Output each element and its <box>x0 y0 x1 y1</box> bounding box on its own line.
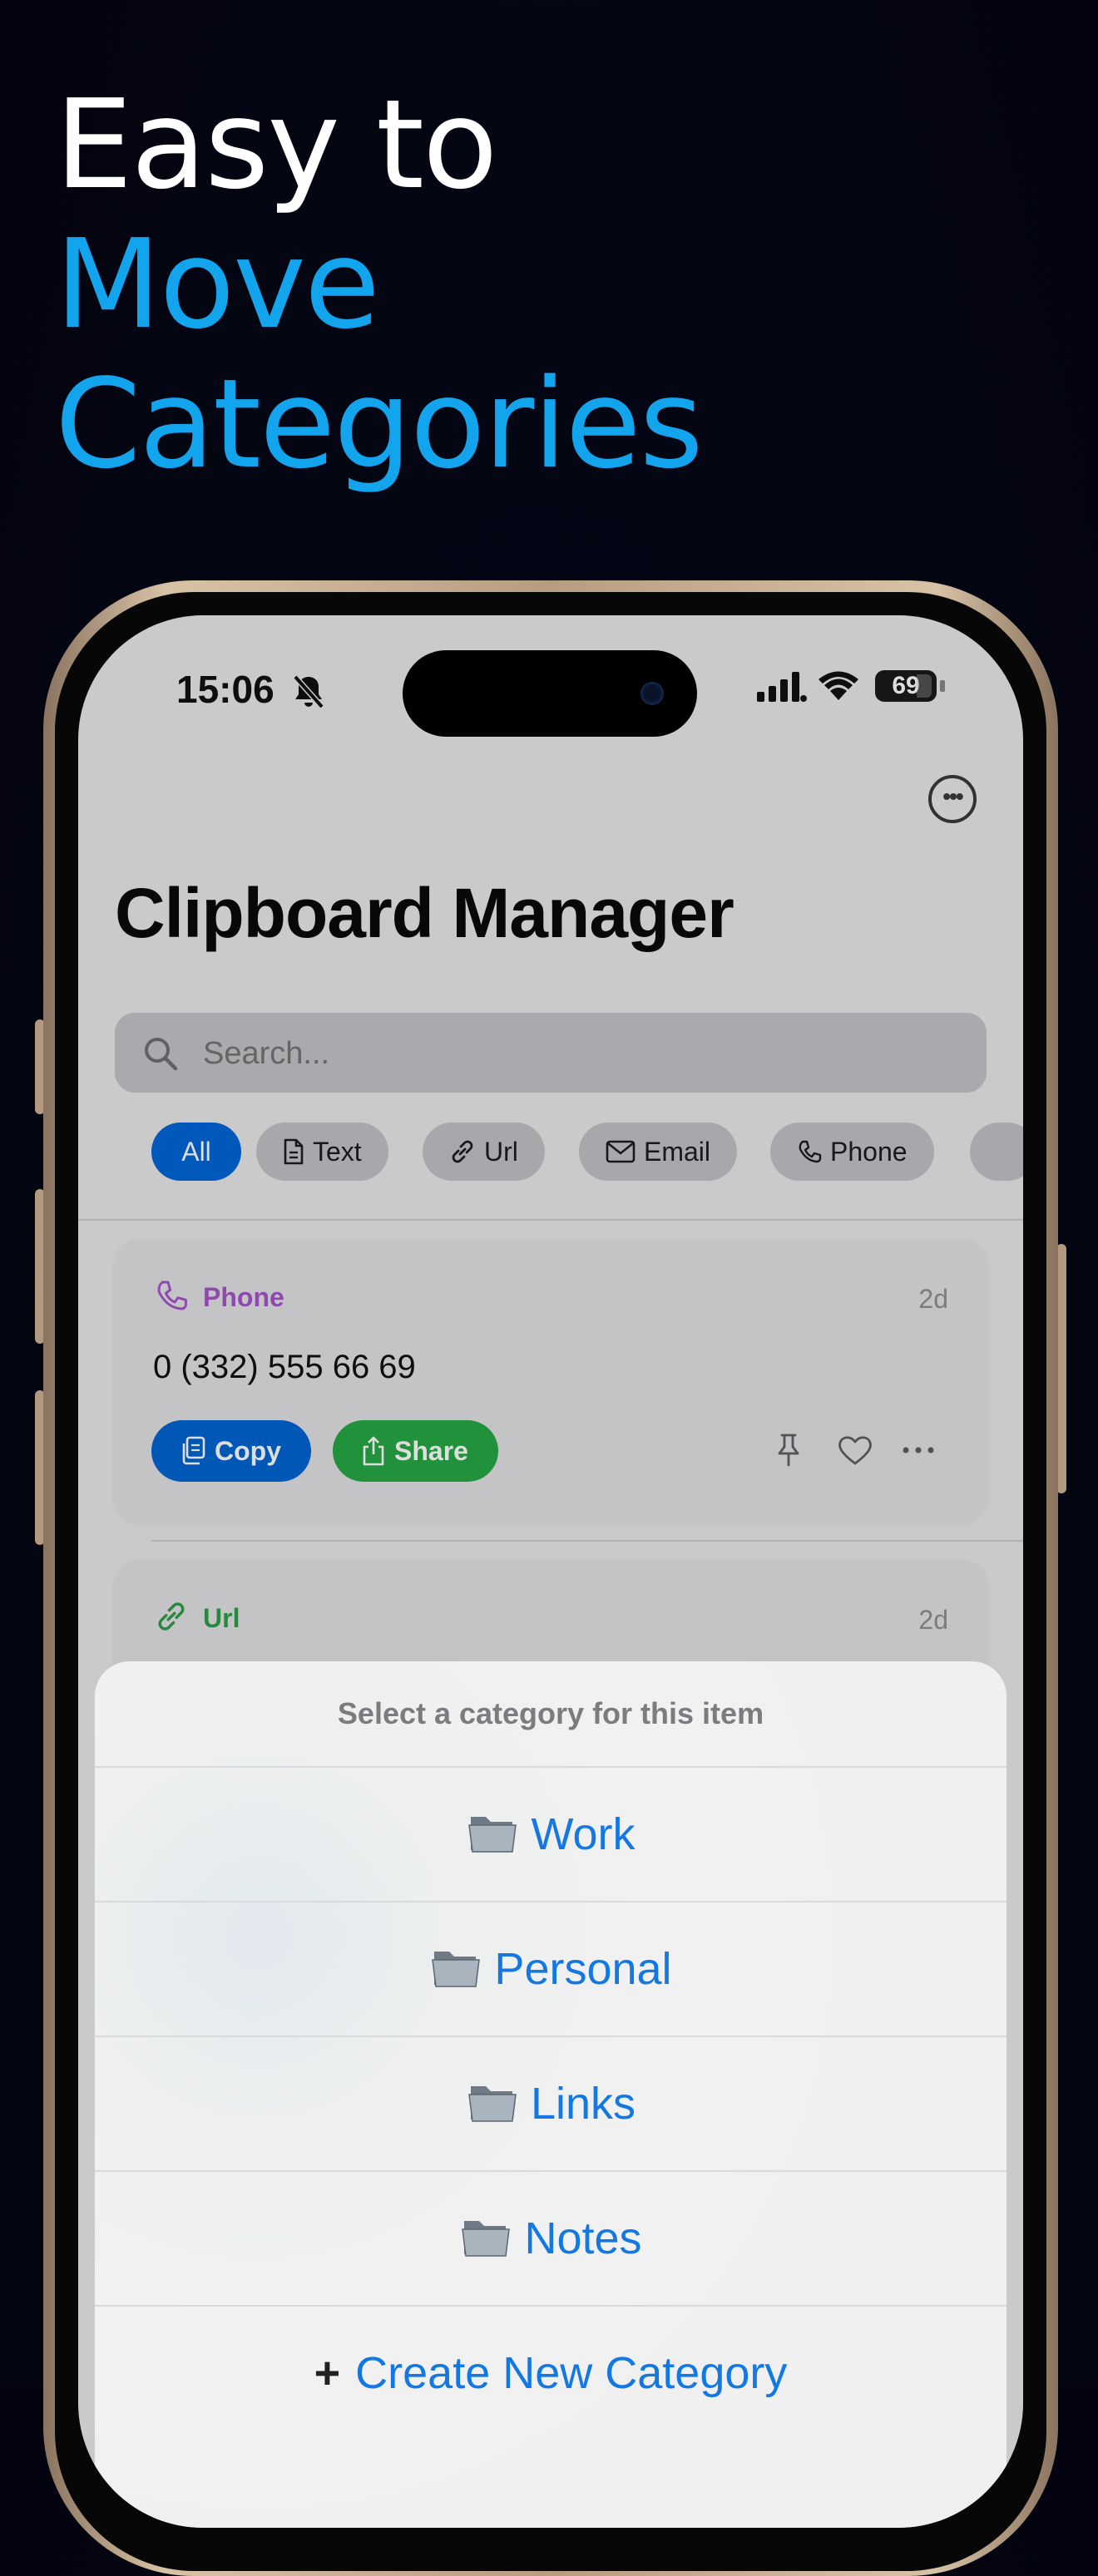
copy-button-label: Copy <box>215 1436 281 1466</box>
cellular-signal-icon <box>757 672 807 702</box>
battery-cap <box>940 680 945 692</box>
item-age: 2d <box>918 1284 948 1314</box>
item-type: Url <box>155 1601 240 1634</box>
phone-icon <box>799 1140 822 1162</box>
envelope-icon <box>606 1140 636 1162</box>
wifi-icon <box>819 671 858 700</box>
sheet-title: Select a category for this item <box>337 1696 764 1730</box>
category-option-work[interactable]: Work <box>95 1766 1006 1901</box>
category-option-label: Notes <box>524 2213 642 2263</box>
create-category-button[interactable]: + Create New Category <box>95 2305 1006 2440</box>
search-icon <box>145 1038 178 1071</box>
battery-fill <box>917 674 932 698</box>
phone-icon <box>157 1281 187 1310</box>
filter-chip-label: All <box>181 1137 211 1167</box>
page-title: Clipboard Manager <box>115 874 734 952</box>
card-divider <box>151 1540 1023 1542</box>
search-bar[interactable] <box>115 1013 987 1094</box>
battery-indicator: 69 <box>875 670 937 702</box>
phone-screen: 15:06 69 ••• Clipboard Manager Search...… <box>78 615 1023 2528</box>
item-type-label: Phone <box>203 1282 284 1312</box>
category-option-personal[interactable]: Personal <box>95 1901 1006 2036</box>
ellipsis-icon[interactable] <box>902 1445 935 1455</box>
battery-level: 69 <box>892 672 920 699</box>
status-time: 15:06 <box>176 668 274 711</box>
filter-chip-url[interactable]: Url <box>423 1123 545 1181</box>
folder-icon <box>468 1816 517 1853</box>
promo-headline: Easy to Move Categories <box>55 73 704 496</box>
filter-chips: All Text Url Email Phone <box>151 1123 1023 1181</box>
create-category-label: Create New Category <box>355 2348 788 2398</box>
filter-chip-phone[interactable]: Phone <box>770 1123 934 1181</box>
copy-icon <box>182 1436 205 1464</box>
category-option-label: Links <box>530 2079 636 2129</box>
filter-chip-more[interactable] <box>970 1123 1023 1181</box>
folder-icon <box>432 1951 481 1987</box>
bell-slash-icon <box>293 674 324 709</box>
item-type-label: Url <box>203 1603 240 1633</box>
heart-icon[interactable] <box>837 1434 873 1467</box>
folder-icon <box>462 2220 511 2257</box>
share-button[interactable]: Share <box>333 1420 498 1482</box>
category-option-notes[interactable]: Notes <box>95 2170 1006 2305</box>
link-icon <box>452 1140 473 1162</box>
ellipsis-icon: ••• <box>942 783 963 809</box>
clipboard-item-card[interactable]: Phone 2d 0 (332) 555 66 69 Copy Share <box>115 1239 987 1522</box>
plus-icon: + <box>314 2348 341 2398</box>
link-icon <box>158 1601 185 1631</box>
copy-button[interactable]: Copy <box>151 1420 311 1482</box>
category-action-sheet: Select a category for this item Work Per… <box>95 1661 1006 2528</box>
document-icon <box>284 1138 304 1164</box>
headline-line-2: Move <box>55 213 380 356</box>
filter-chip-label: Url <box>484 1137 518 1167</box>
header-divider <box>78 1219 1023 1221</box>
camera-icon <box>640 682 664 705</box>
category-option-links[interactable]: Links <box>95 2036 1006 2170</box>
filter-chip-label: Email <box>644 1137 711 1167</box>
filter-chip-all[interactable]: All <box>151 1123 241 1181</box>
item-type: Phone <box>155 1281 284 1313</box>
share-button-label: Share <box>394 1436 468 1466</box>
pin-icon[interactable] <box>772 1432 805 1468</box>
headline-line-1: Easy to <box>55 73 498 216</box>
folder-icon <box>468 2085 517 2122</box>
headline-line-3: Categories <box>55 353 704 496</box>
filter-chip-text[interactable]: Text <box>256 1123 388 1181</box>
search-input[interactable] <box>201 1013 953 1094</box>
more-options-button[interactable]: ••• <box>928 775 977 823</box>
share-icon <box>363 1436 384 1465</box>
dynamic-island <box>403 650 697 737</box>
item-content: 0 (332) 555 66 69 <box>153 1349 416 1385</box>
category-option-label: Work <box>531 1809 636 1859</box>
item-age: 2d <box>918 1605 948 1635</box>
filter-chip-label: Phone <box>830 1137 908 1167</box>
filter-chip-email[interactable]: Email <box>579 1123 738 1181</box>
filter-chip-label: Text <box>313 1137 362 1167</box>
category-option-label: Personal <box>494 1944 672 1994</box>
